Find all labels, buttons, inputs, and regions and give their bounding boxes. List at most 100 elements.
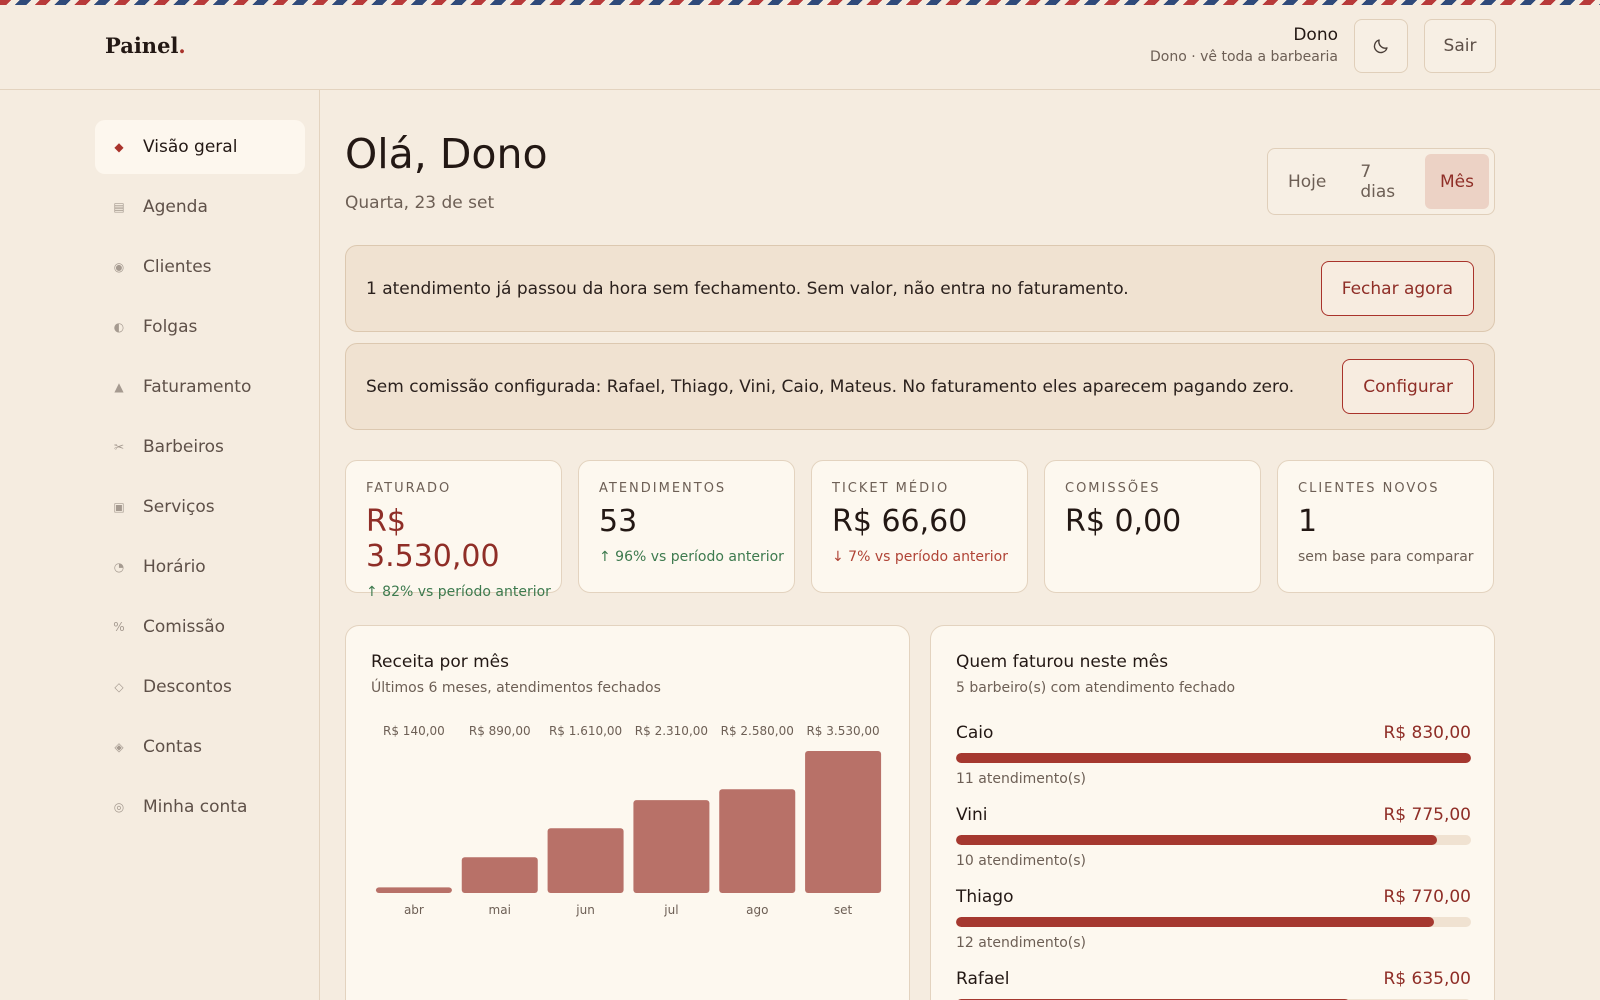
stat-label: TICKET MÉDIO	[832, 481, 950, 496]
stat-value: 53	[599, 504, 638, 539]
sidebar-item-label: Contas	[143, 737, 202, 757]
chart-bar-abr[interactable]	[375, 887, 452, 893]
sidebar-item-barbeiros[interactable]: ✂ Barbeiros	[95, 420, 305, 474]
servicos-icon: ▣	[113, 500, 125, 514]
period-selector: Hoje 7 dias Mês	[1267, 148, 1495, 215]
chart-x-tick-label: jul	[663, 903, 678, 917]
panel-subtitle: 5 barbeiro(s) com atendimento fechado	[956, 680, 1236, 696]
barber-row-caio[interactable]: Caio R$ 830,00 11 atendimento(s)	[956, 723, 1471, 787]
barber-revenue-panel: Quem faturou neste mês 5 barbeiro(s) com…	[930, 625, 1495, 1000]
barber-progress-fill	[956, 835, 1437, 845]
configure-button[interactable]: Configurar	[1342, 359, 1474, 414]
barber-row-thiago[interactable]: Thiago R$ 770,00 12 atendimento(s)	[956, 887, 1471, 951]
stat-delta: sem base para comparar	[1298, 549, 1474, 565]
barber-row-rafael[interactable]: Rafael R$ 635,00	[956, 969, 1471, 1000]
sidebar-item-contas[interactable]: ◈ Contas	[95, 720, 305, 774]
minha-conta-icon: ◎	[113, 800, 125, 814]
tab-period-2[interactable]: Mês	[1425, 154, 1489, 209]
close-now-button[interactable]: Fechar agora	[1320, 261, 1474, 316]
moon-icon	[1373, 39, 1388, 54]
page-title: Olá, Dono	[345, 130, 548, 178]
sidebar-item-label: Minha conta	[143, 797, 248, 817]
barber-row-vini[interactable]: Vini R$ 775,00 10 atendimento(s)	[956, 805, 1471, 869]
user-name: Dono	[1293, 25, 1338, 45]
alert-missing-commission: Sem comissão configurada: Rafael, Thiago…	[345, 343, 1495, 430]
theme-toggle-button[interactable]	[1354, 19, 1408, 73]
horario-icon: ◔	[113, 560, 125, 574]
barber-name: Rafael	[956, 969, 1010, 989]
stat-delta: ↓ 7% vs período anterior	[832, 549, 1009, 565]
barber-appointments: 12 atendimento(s)	[956, 935, 1086, 951]
chart-bar-jun[interactable]	[547, 828, 624, 893]
sidebar-item-minha-conta[interactable]: ◎ Minha conta	[95, 780, 305, 834]
descontos-icon: ◇	[114, 680, 124, 694]
sidebar-item-label: Serviços	[143, 497, 215, 517]
barber-progress-fill	[956, 753, 1471, 763]
sidebar-item-folgas[interactable]: ◐ Folgas	[95, 300, 305, 354]
top-bar: Painel. Dono Dono · vê toda a barbearia …	[0, 5, 1600, 90]
panel-subtitle: Últimos 6 meses, atendimentos fechados	[371, 680, 661, 696]
chart-bar-set[interactable]	[805, 751, 882, 893]
current-date: Quarta, 23 de set	[345, 193, 495, 213]
barber-name: Caio	[956, 723, 994, 743]
main-content: Olá, Dono Quarta, 23 de set Hoje 7 dias Mê…	[345, 90, 1495, 1000]
chart-bar-jul[interactable]	[633, 800, 710, 893]
barber-appointments: 10 atendimento(s)	[956, 853, 1086, 869]
stat-delta: ↑ 96% vs período anterior	[599, 549, 784, 565]
alert-text: Sem comissão configurada: Rafael, Thiago…	[366, 376, 1295, 397]
stat-card-faturado: FATURADO R$ 3.530,00 ↑ 82% vs período ante…	[345, 460, 562, 600]
visao-geral-icon: ◆	[114, 140, 124, 154]
barber-amount: R$ 635,00	[1383, 969, 1471, 989]
barber-progress-track	[956, 753, 1471, 763]
chart-x-tick-label: ago	[746, 903, 768, 917]
contas-icon: ◈	[114, 740, 124, 754]
folgas-icon: ◐	[113, 320, 125, 334]
chart-x-tick-label: set	[834, 903, 853, 917]
tab-period-1[interactable]: 7 dias	[1345, 154, 1421, 209]
barber-appointments: 11 atendimento(s)	[956, 771, 1086, 787]
sidebar-item-label: Visão geral	[143, 137, 238, 157]
chart-value-label: R$ 3.530,00	[806, 724, 879, 738]
barber-progress-track	[956, 835, 1471, 845]
barber-amount: R$ 770,00	[1383, 887, 1471, 907]
stat-card-ticket-medio: TICKET MÉDIO R$ 66,60 ↓ 7% vs período ante…	[811, 460, 1028, 593]
chart-x-tick-label: mai	[489, 903, 511, 917]
sidebar-item-label: Barbeiros	[143, 437, 224, 457]
sidebar: ◆ Visão geral ▤ Agenda ◉ Clientes ◐ Folgas ▲ Fatu…	[0, 90, 320, 1000]
stat-card-clientes-novos: CLIENTES NOVOS 1 sem base para comparar	[1277, 460, 1494, 593]
stat-delta: ↑ 82% vs período anterior	[366, 584, 551, 600]
sidebar-item-horario[interactable]: ◔ Horário	[95, 540, 305, 594]
sidebar-item-servicos[interactable]: ▣ Serviços	[95, 480, 305, 534]
chart-bar-mai[interactable]	[461, 857, 538, 893]
comissao-icon: %	[113, 620, 125, 634]
barbeiros-icon: ✂	[113, 440, 125, 454]
sidebar-item-descontos[interactable]: ◇ Descontos	[95, 660, 305, 714]
agenda-icon: ▤	[113, 200, 125, 214]
sidebar-item-label: Folgas	[143, 317, 198, 337]
sidebar-item-comissao[interactable]: % Comissão	[95, 600, 305, 654]
tab-period-0[interactable]: Hoje	[1273, 154, 1341, 209]
stat-label: FATURADO	[366, 481, 452, 496]
sidebar-item-label: Descontos	[143, 677, 232, 697]
panel-title: Quem faturou neste mês	[956, 652, 1169, 672]
barber-name: Thiago	[956, 887, 1014, 907]
sidebar-item-faturamento[interactable]: ▲ Faturamento	[95, 360, 305, 414]
logout-button[interactable]: Sair	[1424, 19, 1496, 73]
revenue-chart-svg: R$ 140,00 abr R$ 890,00 mai R$ 1.610,00 jun R$…	[375, 724, 882, 917]
app-logo[interactable]: Painel.	[105, 33, 186, 58]
revenue-bar-chart: R$ 140,00 abr R$ 890,00 mai R$ 1.610,00 jun R$…	[371, 721, 886, 921]
clientes-icon: ◉	[113, 260, 125, 274]
chart-value-label: R$ 1.610,00	[549, 724, 622, 738]
chart-value-label: R$ 2.310,00	[635, 724, 708, 738]
sidebar-item-clientes[interactable]: ◉ Clientes	[95, 240, 305, 294]
sidebar-item-agenda[interactable]: ▤ Agenda	[95, 180, 305, 234]
stat-card-atendimentos: ATENDIMENTOS 53 ↑ 96% vs período anterior	[578, 460, 795, 593]
sidebar-item-label: Horário	[143, 557, 206, 577]
barber-progress-track	[956, 917, 1471, 927]
sidebar-item-visao-geral[interactable]: ◆ Visão geral	[95, 120, 305, 174]
chart-bar-ago[interactable]	[719, 789, 796, 893]
user-info: Dono Dono · vê toda a barbearia	[1150, 25, 1338, 65]
faturamento-icon: ▲	[114, 380, 124, 394]
stat-value: R$ 66,60	[832, 504, 968, 539]
stat-value: 1	[1298, 504, 1318, 539]
